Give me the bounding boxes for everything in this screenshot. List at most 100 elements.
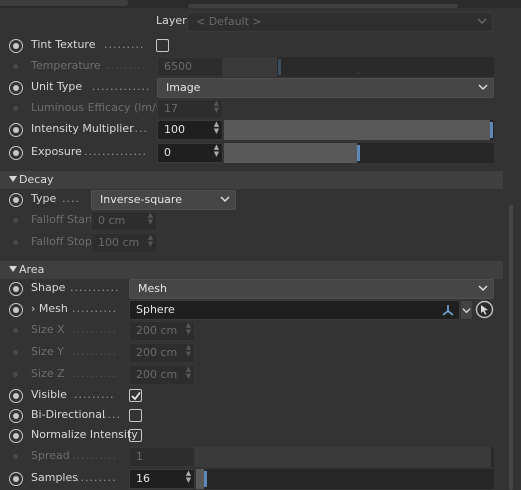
luminous-efficacy-value: 17 (164, 102, 178, 115)
label-leader: .... (130, 122, 148, 135)
layer-dropdown[interactable]: < Default > (187, 12, 493, 32)
axis-gizmo-icon[interactable] (441, 303, 455, 317)
slider-handle[interactable] (357, 145, 360, 161)
animation-dot-icon[interactable] (9, 39, 23, 53)
animation-dot-icon[interactable] (9, 81, 23, 95)
size-y-label: Size Y (31, 345, 64, 358)
spread-row: Spread .......... 1 (0, 446, 510, 468)
exposure-label: Exposure (31, 145, 82, 158)
stepper-arrows-icon: ▲ ▼ (185, 321, 192, 336)
animation-dot-icon[interactable] (9, 282, 23, 296)
tint-texture-label: Tint Texture (31, 38, 96, 51)
stepper-arrows-icon[interactable]: ▲ ▼ (212, 144, 221, 160)
animation-dot-icon (13, 64, 18, 69)
visible-checkbox[interactable] (129, 389, 142, 402)
vertical-scrollbar[interactable] (509, 205, 513, 490)
temperature-row: Temperature ......... 6500 (0, 56, 510, 78)
samples-slider[interactable] (196, 469, 494, 489)
slider-handle[interactable] (204, 471, 207, 487)
size-z-label: Size Z (31, 367, 65, 380)
decay-section-header[interactable]: Decay (0, 171, 503, 189)
intensity-multiplier-label: Intensity Multiplier (31, 122, 134, 135)
luminous-efficacy-row: Luminous Efficacy (lm/w) 17 ▲ ▼ (0, 98, 510, 120)
visible-label: Visible (31, 388, 67, 401)
temperature-slider (223, 57, 494, 77)
animation-dot-icon[interactable] (9, 146, 23, 160)
shape-label: Shape (31, 281, 66, 294)
size-y-row: Size Y .......... 200 cm ▲ ▼ (0, 342, 510, 364)
shape-dropdown[interactable]: Mesh (129, 279, 494, 299)
area-section-header[interactable]: Area (0, 261, 503, 279)
chevron-down-icon (478, 285, 488, 292)
stepper-arrows-icon[interactable]: ▲ ▼ (212, 121, 221, 137)
label-leader: ......... (76, 471, 117, 484)
animation-dot-icon (13, 218, 18, 223)
mesh-menu-button[interactable] (461, 301, 472, 319)
animation-dot-icon (13, 328, 18, 333)
visible-row: Visible ......... (0, 385, 510, 407)
triangle-down-icon (9, 176, 17, 182)
size-z-row: Size Z .......... 200 cm ▲ ▼ (0, 364, 510, 386)
pick-arrow-icon[interactable] (475, 300, 494, 319)
animation-dot-icon[interactable] (9, 472, 23, 486)
decay-type-dropdown[interactable]: Inverse-square (91, 190, 236, 210)
exposure-slider[interactable] (224, 143, 494, 163)
samples-label: Samples (31, 471, 78, 484)
spread-label: Spread (31, 449, 70, 462)
luminous-efficacy-label: Luminous Efficacy (lm/w) (31, 101, 170, 114)
temperature-label: Temperature (31, 59, 101, 72)
shape-row: Shape ........... Mesh (0, 278, 510, 300)
bi-directional-label: Bi-Directional (31, 408, 106, 421)
intensity-multiplier-row: Intensity Multiplier .... 100 ▲ ▼ (0, 119, 510, 141)
samples-row: Samples ......... 16 ▲ ▼ (0, 468, 510, 490)
tint-texture-checkbox[interactable] (156, 39, 169, 52)
animation-dot-icon[interactable] (9, 389, 23, 403)
spread-slider (195, 447, 494, 467)
intensity-multiplier-value: 100 (164, 123, 185, 136)
label-leader: .... (62, 192, 80, 205)
animation-dot-icon[interactable] (9, 429, 23, 443)
label-leader: .......... (72, 449, 117, 462)
header-tab[interactable] (0, 0, 128, 6)
animation-dot-icon[interactable] (9, 123, 23, 137)
label-leader: ......... (106, 59, 147, 72)
normalize-intensity-row: Normalize Intensity (0, 425, 510, 447)
spread-value: 1 (136, 450, 143, 463)
label-leader: .............. (84, 145, 147, 158)
checkmark-icon (131, 391, 141, 401)
animation-dot-icon (13, 454, 18, 459)
label-leader: .......... (72, 367, 117, 380)
size-z-value: 200 cm (136, 368, 178, 381)
triangle-down-icon (9, 266, 17, 272)
mesh-link-field[interactable]: Sphere (129, 300, 460, 320)
animation-dot-icon[interactable] (9, 303, 23, 317)
header-bar (188, 4, 458, 8)
stepper-arrows-icon[interactable]: ▲ ▼ (184, 470, 193, 486)
exposure-row: Exposure .............. 0 ▲ ▼ (0, 142, 510, 164)
bi-directional-checkbox[interactable] (129, 409, 142, 422)
chevron-down-icon (478, 84, 488, 91)
area-section-title: Area (19, 263, 45, 276)
bi-directional-row: Bi-Directional .... (0, 405, 510, 427)
normalize-intensity-checkbox[interactable] (129, 429, 142, 442)
stepper-arrows-icon: ▲ ▼ (185, 365, 192, 380)
label-leader: .......... (72, 323, 117, 336)
slider-handle[interactable] (490, 122, 493, 138)
stepper-arrows-icon: ▲ ▼ (185, 343, 192, 358)
falloff-start-row: Falloff Start 0 cm ▲ ▼ (0, 210, 510, 232)
label-leader: ......... (104, 38, 145, 51)
mesh-label: Mesh (38, 302, 68, 315)
decay-section-title: Decay (19, 173, 54, 186)
animation-dot-icon (13, 350, 18, 355)
animation-dot-icon[interactable] (9, 409, 23, 423)
intensity-multiplier-slider[interactable] (224, 120, 494, 140)
decay-type-label: Type (31, 192, 57, 205)
animation-dot-icon[interactable] (9, 193, 23, 207)
mesh-row: › Mesh .......... Sphere (0, 299, 510, 321)
chevron-down-icon (477, 18, 487, 25)
tint-texture-row: Tint Texture ......... (0, 35, 510, 57)
chevron-down-icon (462, 308, 471, 314)
unit-type-dropdown[interactable]: Image (157, 78, 494, 98)
spread-field: 1 (129, 447, 195, 467)
chevron-right-icon[interactable]: › (31, 302, 35, 315)
